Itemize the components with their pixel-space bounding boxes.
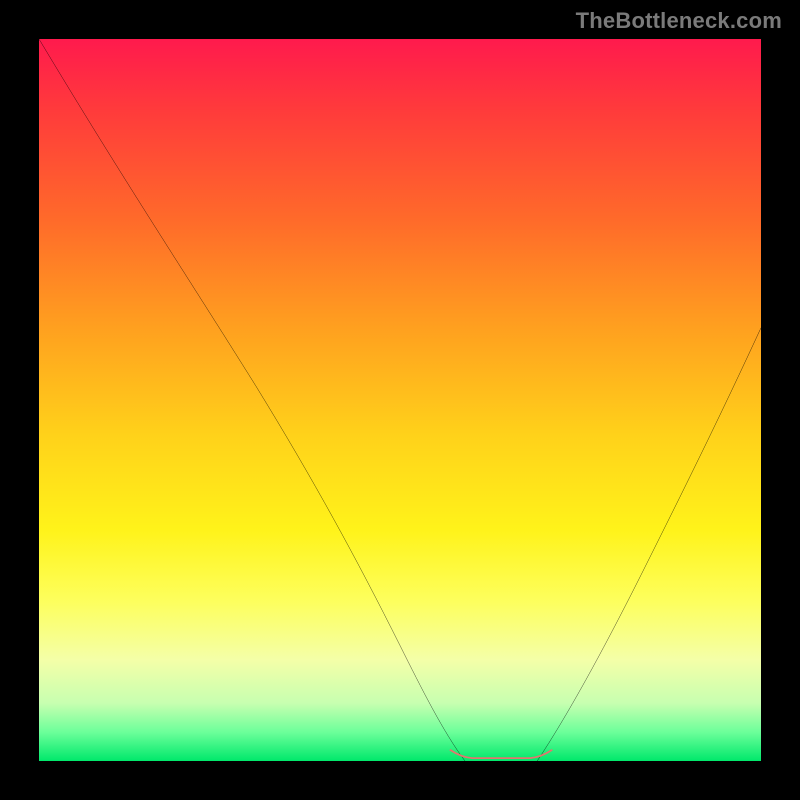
- right-curve: [537, 328, 761, 761]
- flat-highlight: [451, 750, 552, 758]
- chart-frame: TheBottleneck.com: [0, 0, 800, 800]
- watermark-text: TheBottleneck.com: [576, 8, 782, 34]
- chart-svg: [39, 39, 761, 761]
- left-curve: [39, 39, 465, 761]
- plot-area: [39, 39, 761, 761]
